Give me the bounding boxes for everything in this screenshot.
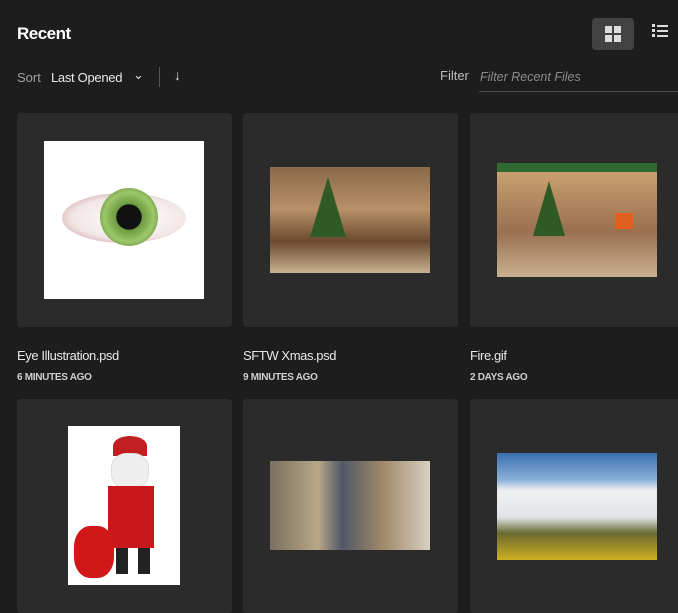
- sort-dropdown[interactable]: Last Opened: [51, 70, 122, 85]
- file-card-workshop[interactable]: [243, 399, 458, 613]
- file-name[interactable]: Eye Illustration.psd: [17, 348, 119, 363]
- thumbnail: [270, 167, 430, 273]
- grid-view-icon: [605, 26, 621, 42]
- list-view-button[interactable]: [652, 22, 672, 46]
- file-card-xmas[interactable]: [243, 113, 458, 327]
- sort-label: Sort: [17, 70, 41, 85]
- file-time: 6 MINUTES AGO: [17, 372, 92, 383]
- file-card-eye[interactable]: [17, 113, 232, 327]
- filter-label: Filter: [440, 68, 469, 83]
- page-title: Recent: [17, 24, 71, 43]
- file-name[interactable]: SFTW Xmas.psd: [243, 348, 336, 363]
- list-view-icon: [652, 24, 672, 37]
- file-card-clouds[interactable]: [470, 399, 678, 613]
- grid-view-button[interactable]: [592, 18, 634, 50]
- divider: [159, 67, 160, 87]
- thumbnail: [270, 461, 430, 550]
- file-card-santa[interactable]: [17, 399, 232, 613]
- thumbnail: [44, 141, 204, 299]
- file-time: 2 DAYS AGO: [470, 372, 528, 383]
- thumbnail: [497, 163, 657, 277]
- file-name[interactable]: Fire.gif: [470, 348, 507, 363]
- thumbnail: [68, 426, 180, 585]
- sort-direction-arrow-icon[interactable]: ↓: [174, 67, 181, 83]
- file-card-fire[interactable]: [470, 113, 678, 327]
- filter-input[interactable]: [479, 62, 678, 92]
- file-time: 9 MINUTES AGO: [243, 372, 318, 383]
- chevron-down-icon[interactable]: ⌄: [133, 67, 144, 83]
- thumbnail: [497, 453, 657, 560]
